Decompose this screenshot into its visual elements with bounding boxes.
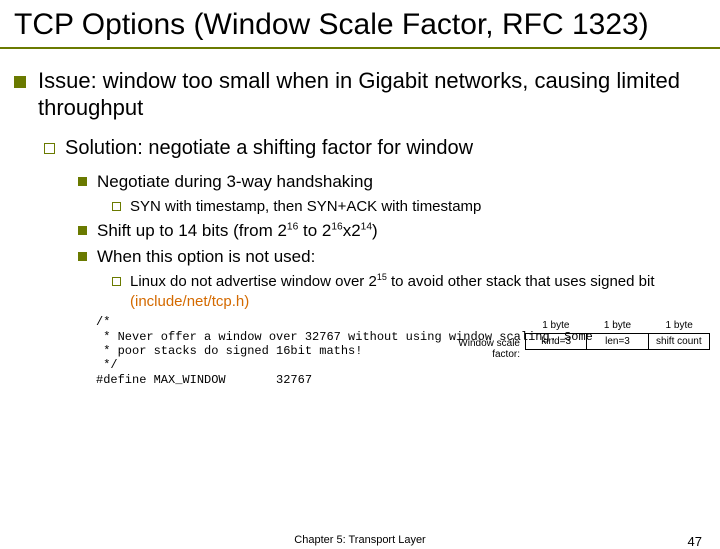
bullet-syn: SYN with timestamp, then SYN+ACK with ti… [112, 197, 706, 217]
title-bar: TCP Options (Window Scale Factor, RFC 13… [0, 0, 720, 49]
t: to avoid other stack that uses signed bi… [387, 273, 655, 290]
diagram-side-label: Window scale factor: [450, 338, 520, 360]
t: x2 [343, 221, 361, 240]
bullet-icon [14, 76, 26, 88]
syn-text: SYN with timestamp, then SYN+ACK with ti… [130, 197, 481, 217]
negotiate-text: Negotiate during 3-way handshaking [97, 171, 373, 193]
diagram-top-labels: 1 byte 1 byte 1 byte [525, 320, 710, 333]
bullet-linux: Linux do not advertise window over 215 t… [112, 272, 706, 311]
diagram-cell: len=3 [587, 334, 648, 349]
byte-label: 1 byte [587, 320, 649, 333]
diagram-cell: kind=3 [526, 334, 587, 349]
t: to 2 [298, 221, 331, 240]
t: 16 [331, 221, 342, 232]
t: 15 [377, 272, 387, 282]
diagram-boxes: kind=3 len=3 shift count [525, 333, 710, 350]
issue-text: Issue: window too small when in Gigabit … [38, 67, 706, 122]
bullet-notused: When this option is not used: [78, 246, 706, 268]
file-ref: (include/net/tcp.h) [130, 293, 249, 310]
wscale-diagram: Window scale factor: 1 byte 1 byte 1 byt… [525, 320, 710, 350]
byte-label: 1 byte [648, 320, 710, 333]
bullet-issue: Issue: window too small when in Gigabit … [14, 67, 706, 122]
t: 14 [361, 221, 372, 232]
page-number: 47 [688, 534, 702, 549]
bullet-shift: Shift up to 14 bits (from 216 to 216x214… [78, 220, 706, 242]
t: Shift up to 14 bits (from 2 [97, 221, 287, 240]
t: ) [372, 221, 378, 240]
t: Linux do not advertise window over 2 [130, 273, 377, 290]
t: 16 [287, 221, 298, 232]
bullet-icon [78, 226, 87, 235]
bullet-solution: Solution: negotiate a shifting factor fo… [44, 136, 706, 161]
bullet-negotiate: Negotiate during 3-way handshaking [78, 171, 706, 193]
shift-text: Shift up to 14 bits (from 216 to 216x214… [97, 220, 378, 242]
slide-title: TCP Options (Window Scale Factor, RFC 13… [14, 8, 706, 43]
footer-chapter: Chapter 5: Transport Layer [294, 534, 425, 546]
bullet-icon [112, 202, 121, 211]
bullet-icon [44, 143, 55, 154]
solution-text: Solution: negotiate a shifting factor fo… [65, 136, 473, 161]
bullet-icon [78, 252, 87, 261]
bullet-icon [78, 177, 87, 186]
notused-text: When this option is not used: [97, 246, 315, 268]
byte-label: 1 byte [525, 320, 587, 333]
diagram-cell: shift count [649, 334, 709, 349]
linux-text: Linux do not advertise window over 215 t… [130, 272, 706, 311]
bullet-icon [112, 277, 121, 286]
